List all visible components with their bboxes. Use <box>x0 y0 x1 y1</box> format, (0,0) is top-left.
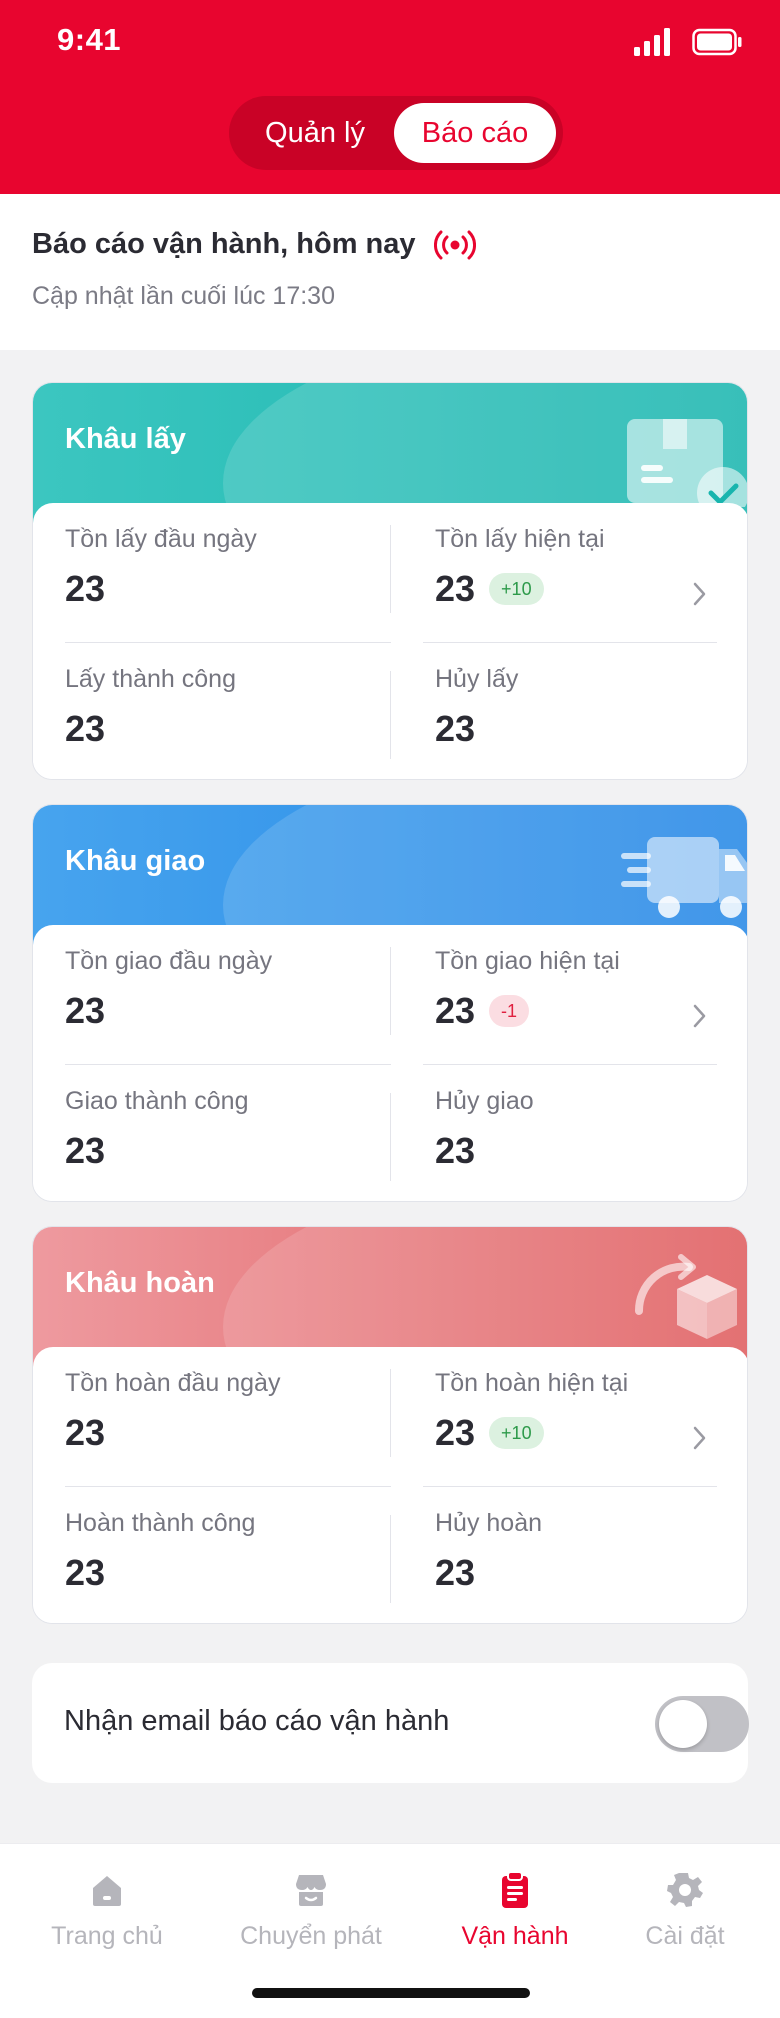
package-check-icon <box>627 419 747 507</box>
stat-value: 23 <box>435 1552 476 1593</box>
tab-bao-cao[interactable]: Báo cáo <box>394 103 556 163</box>
stat-value: 23 <box>65 1130 106 1171</box>
report-header: Báo cáo vận hành, hôm nay Cập nhật lần c… <box>0 194 780 350</box>
battery-icon <box>692 28 742 56</box>
shop-icon <box>296 1875 326 1906</box>
stat-value: 23 <box>435 1412 476 1453</box>
stat-delivery-success: Giao thành công 23 <box>65 1087 249 1171</box>
email-report-toggle[interactable] <box>655 1696 749 1752</box>
email-report-label: Nhận email báo cáo vận hành <box>64 1705 450 1737</box>
email-report-setting: Nhận email báo cáo vận hành <box>32 1663 749 1783</box>
bottom-tab-bar: Trang chủ Chuyển phát Vận hành Cài đặt <box>0 1843 780 2018</box>
change-badge: -1 <box>489 995 530 1027</box>
stat-value: 23 <box>65 708 106 749</box>
stat-value: 23 <box>65 568 106 609</box>
stat-pickup-current[interactable]: Tồn lấy hiện tại 23 +10 <box>435 525 605 610</box>
card-header: Khâu hoàn <box>33 1227 747 1367</box>
pickup-stage-card: Khâu lấy Tồn lấy đầu ngày 23 Tồn lấy hiệ… <box>32 382 748 780</box>
card-title: Khâu hoàn <box>65 1267 215 1299</box>
home-icon <box>93 1876 121 1906</box>
stat-value: 23 <box>65 1412 106 1453</box>
return-stage-card: Khâu hoàn Tồn hoàn đầu ngày 23 Tồn hoàn … <box>32 1226 748 1624</box>
gear-icon <box>667 1873 703 1907</box>
stat-value: 23 <box>435 990 476 1031</box>
home-indicator <box>252 1988 530 1998</box>
card-stats: Tồn giao đầu ngày 23 Tồn giao hiện tại 2… <box>33 925 747 1201</box>
card-stats: Tồn hoàn đầu ngày 23 Tồn hoàn hiện tại 2… <box>33 1347 747 1623</box>
stat-value: 23 <box>435 1130 476 1171</box>
chevron-right-icon[interactable] <box>691 1001 709 1031</box>
tab-operations[interactable]: Vận hành <box>454 1870 576 1951</box>
card-stats: Tồn lấy đầu ngày 23 Tồn lấy hiện tại 23 +… <box>33 503 747 779</box>
stat-pickup-start: Tồn lấy đầu ngày 23 <box>65 525 257 609</box>
card-header: Khâu giao <box>33 805 747 945</box>
delivery-stage-card: Khâu giao Tồn giao đầu ngày 23 Tồn giao … <box>32 804 748 1202</box>
stat-pickup-success: Lấy thành công 23 <box>65 665 236 749</box>
tab-home[interactable]: Trang chủ <box>46 1870 168 1951</box>
card-title: Khâu giao <box>65 845 206 877</box>
signal-icon <box>634 28 670 56</box>
stat-return-start: Tồn hoàn đầu ngày 23 <box>65 1369 281 1453</box>
last-updated-text: Cập nhật lần cuối lúc 17:30 <box>32 282 335 310</box>
return-box-icon <box>634 1254 737 1339</box>
stat-value: 23 <box>65 1552 106 1593</box>
tab-settings[interactable]: Cài đặt <box>632 1870 738 1951</box>
stat-return-current[interactable]: Tồn hoàn hiện tại 23 +10 <box>435 1369 628 1454</box>
stat-delivery-start: Tồn giao đầu ngày 23 <box>65 947 273 1031</box>
report-title: Báo cáo vận hành, hôm nay <box>32 228 416 260</box>
stat-value: 23 <box>65 990 106 1031</box>
stat-pickup-cancel: Hủy lấy 23 <box>435 665 519 749</box>
app-header: 9:41 Quản lý Báo cáo <box>0 0 780 194</box>
tab-delivery[interactable]: Chuyển phát <box>232 1870 390 1951</box>
stat-delivery-current[interactable]: Tồn giao hiện tại 23 -1 <box>435 947 620 1032</box>
stat-value: 23 <box>435 568 476 609</box>
stat-return-success: Hoàn thành công 23 <box>65 1509 256 1593</box>
stat-value: 23 <box>435 708 476 749</box>
change-badge: +10 <box>489 1417 544 1449</box>
live-broadcast-icon <box>434 230 476 260</box>
tab-quan-ly[interactable]: Quản lý <box>236 103 394 163</box>
clipboard-icon <box>502 1871 528 1908</box>
chevron-right-icon[interactable] <box>691 579 709 609</box>
toggle-knob <box>659 1700 707 1748</box>
change-badge: +10 <box>489 573 544 605</box>
stat-delivery-cancel: Hủy giao 23 <box>435 1087 534 1171</box>
card-title: Khâu lấy <box>65 423 186 455</box>
stat-return-cancel: Hủy hoàn 23 <box>435 1509 543 1593</box>
delivery-truck-icon <box>621 837 747 918</box>
view-switcher: Quản lý Báo cáo <box>229 96 563 170</box>
card-header: Khâu lấy <box>33 383 747 523</box>
chevron-right-icon[interactable] <box>691 1423 709 1453</box>
status-time: 9:41 <box>57 22 122 57</box>
